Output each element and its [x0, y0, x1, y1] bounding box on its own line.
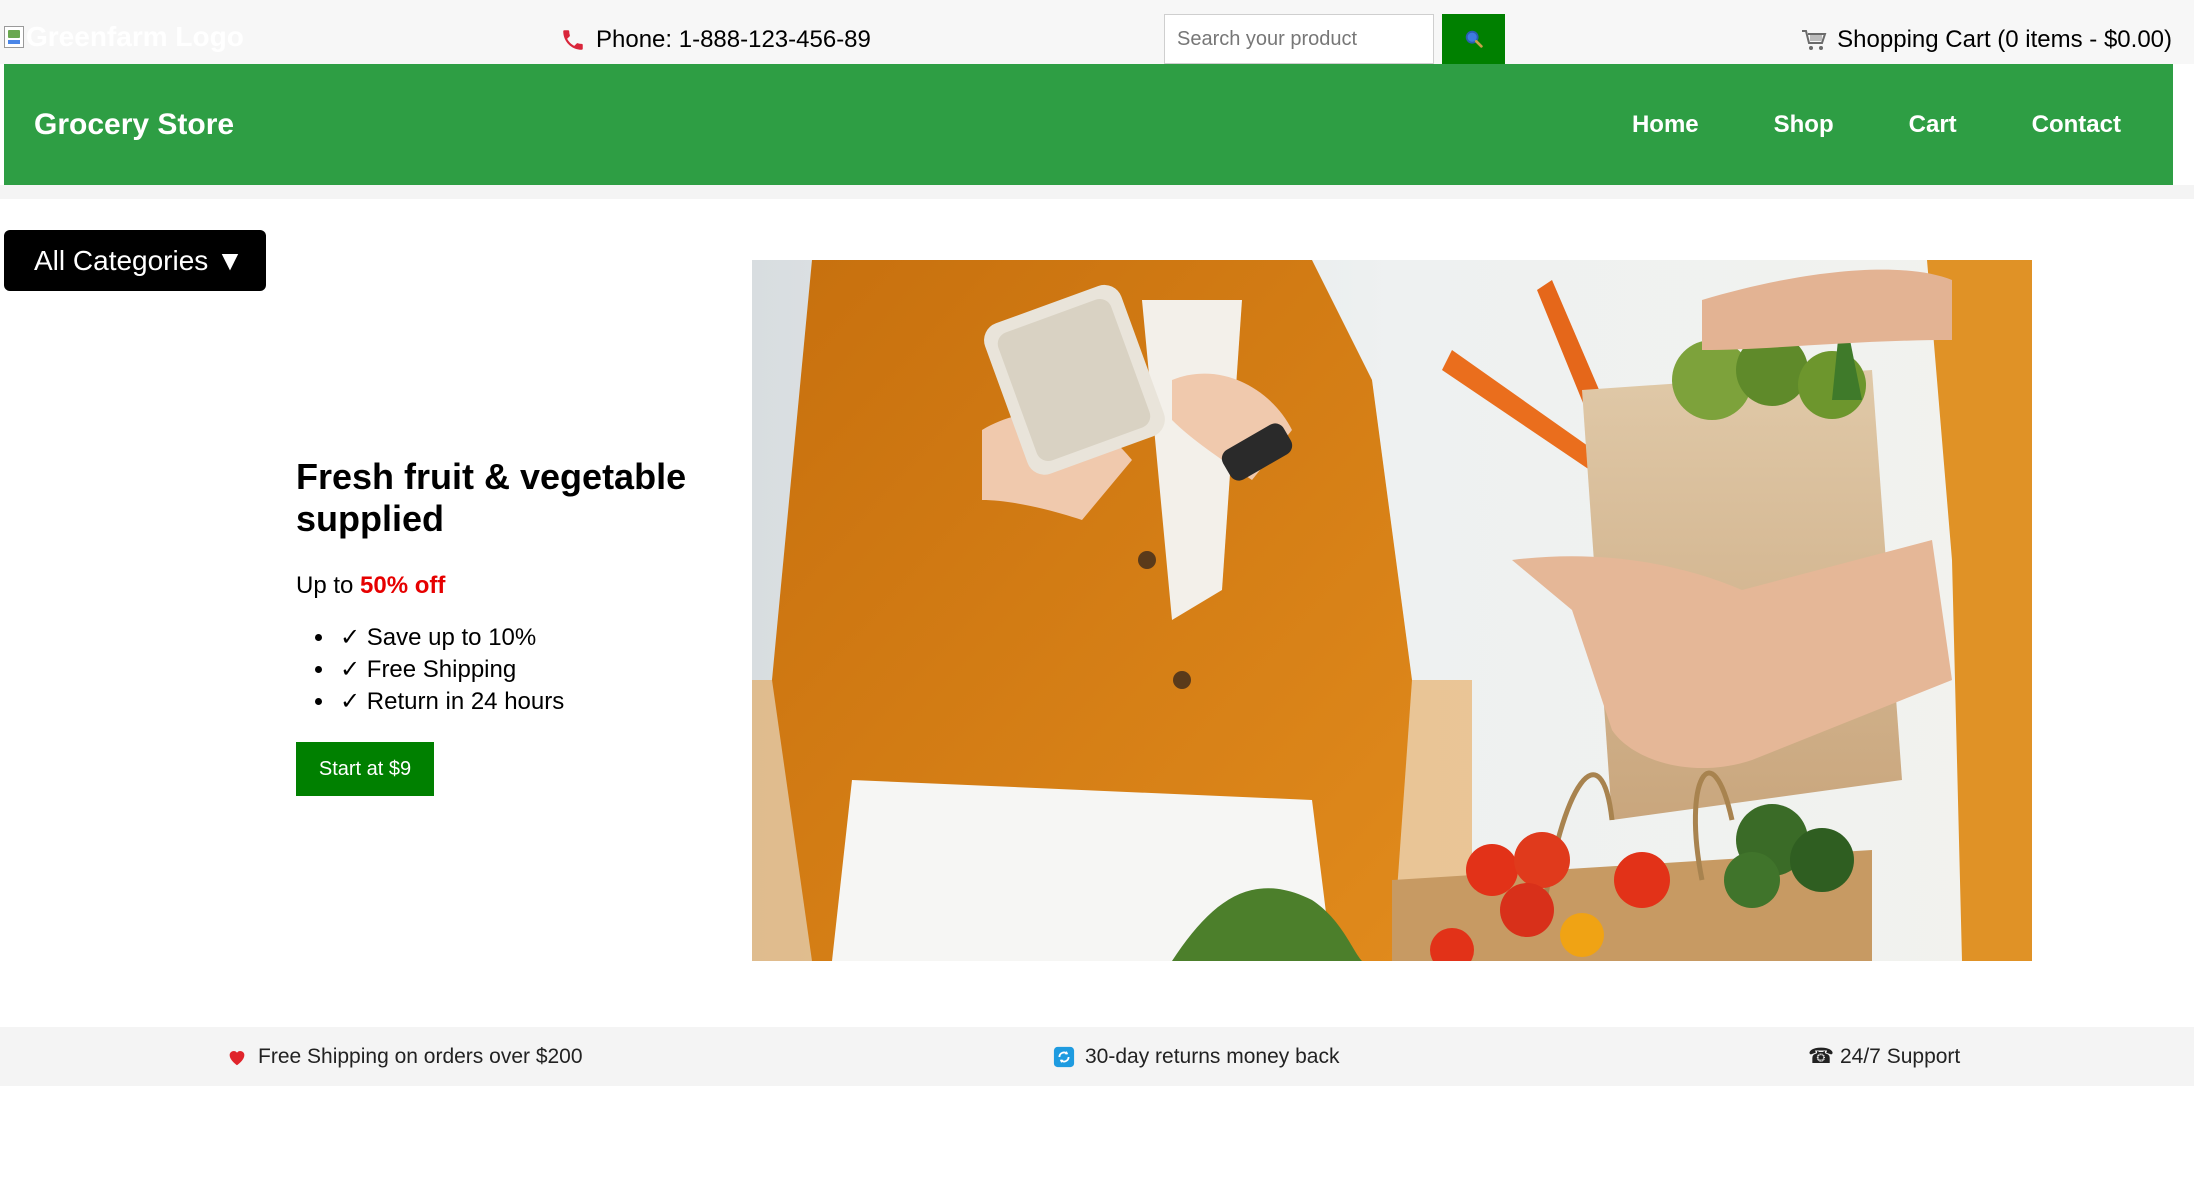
- search-bar: [1164, 14, 1505, 64]
- broken-image-icon: [4, 26, 24, 48]
- feature-text: ☎ 24/7 Support: [1808, 1045, 1961, 1068]
- phone-contact: Phone: 1-888-123-456-89: [560, 22, 871, 58]
- hero-title: Fresh fruit & vegetable supplied: [296, 456, 687, 539]
- hero-text: Fresh fruit & vegetable supplied Up to 5…: [296, 456, 736, 796]
- offer-highlight: 50% off: [360, 572, 446, 599]
- phone-icon: [563, 30, 583, 50]
- search-input[interactable]: [1164, 14, 1434, 64]
- list-item: ✓ Save up to 10%: [336, 622, 736, 654]
- search-icon: [1465, 30, 1483, 48]
- hero-image: [752, 260, 2032, 961]
- nav-link-cart[interactable]: Cart: [1909, 111, 1957, 139]
- list-item: ✓ Free Shipping: [336, 654, 736, 686]
- list-item: ✓ Return in 24 hours: [336, 686, 736, 718]
- all-categories-dropdown[interactable]: All Categories ▼: [4, 230, 266, 291]
- top-bar: Greenfarm Logo Phone: 1-888-123-456-89 S…: [0, 0, 2194, 64]
- shopping-cart[interactable]: Shopping Cart (0 items - $0.00): [1801, 22, 2172, 58]
- feature-support: ☎ 24/7 Support: [1808, 1027, 1960, 1086]
- nav-link-contact[interactable]: Contact: [2032, 111, 2121, 139]
- cart-icon: [1802, 30, 1827, 50]
- nav-divider: [0, 185, 2194, 199]
- heart-icon: [229, 1050, 245, 1065]
- start-shopping-button[interactable]: Start at $9: [296, 742, 434, 796]
- grocery-delivery-illustration: [752, 260, 2032, 961]
- features-bar: Free Shipping on orders over $200 30-day…: [0, 1027, 2194, 1086]
- cart-summary: Shopping Cart (0 items - $0.00): [1837, 26, 2172, 53]
- hero-offer: Up to 50% off: [296, 572, 736, 600]
- phone-text: Phone: 1-888-123-456-89: [596, 26, 871, 53]
- feature-free-shipping: Free Shipping on orders over $200: [226, 1027, 583, 1086]
- site-logo[interactable]: Greenfarm Logo: [4, 20, 244, 54]
- brand-name[interactable]: Grocery Store: [34, 64, 234, 185]
- main-navbar: Grocery Store Home Shop Cart Contact: [4, 64, 2173, 185]
- refresh-icon: [1053, 1046, 1075, 1067]
- nav-link-shop[interactable]: Shop: [1774, 111, 1834, 139]
- feature-text: Free Shipping on orders over $200: [258, 1044, 583, 1068]
- nav-links: Home Shop Cart Contact: [1557, 64, 2121, 185]
- nav-link-home[interactable]: Home: [1632, 111, 1699, 139]
- hero-benefits-list: ✓ Save up to 10% ✓ Free Shipping ✓ Retur…: [336, 622, 736, 718]
- feature-text: 30-day returns money back: [1085, 1044, 1340, 1068]
- feature-returns: 30-day returns money back: [1053, 1027, 1339, 1086]
- offer-prefix: Up to: [296, 572, 361, 599]
- logo-alt-text: Greenfarm Logo: [26, 21, 244, 52]
- search-button[interactable]: [1442, 14, 1505, 64]
